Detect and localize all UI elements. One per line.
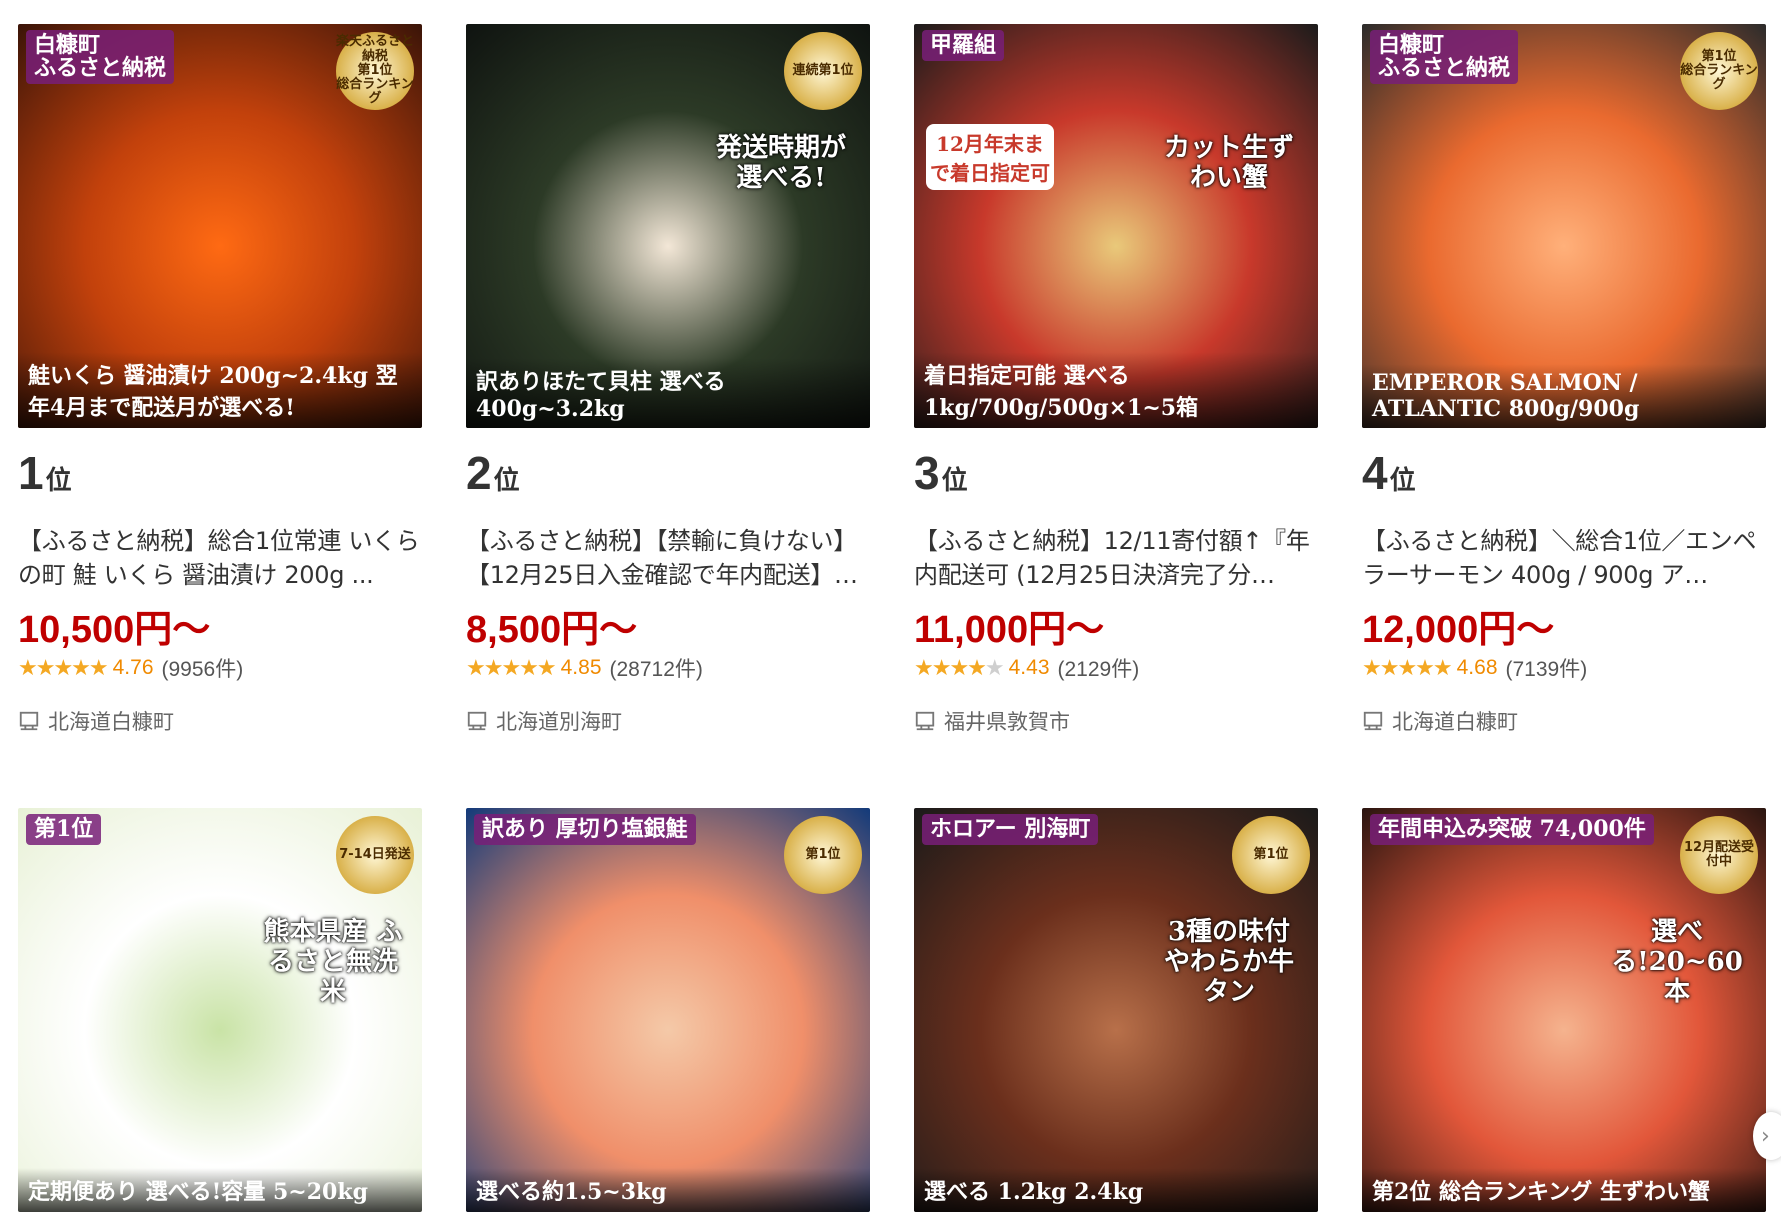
product-image[interactable]: 白糠町 ふるさと納税 第1位 総合ランキング EMPEROR SALMON / AT… [1362,24,1766,428]
product-card[interactable]: 連続第1位発送時期が選べる! 訳ありほたて貝柱 選べる400g~3.2kg 2 位【ふ… [466,24,870,808]
rank-number: 2 [466,447,492,499]
ranking-medal: 楽天ふるさと納税 第1位 総合ランキング [336,32,414,110]
municipality-building-icon [467,711,487,731]
rank-unit: 位 [493,465,520,495]
product-grid: 白糠町 ふるさと納税 楽天ふるさと納税 第1位 総合ランキング鮭いくら 醤油漬け … [18,24,1766,1212]
review-count[interactable]: (9956件) [162,653,244,683]
review-count[interactable]: (7139件) [1506,653,1588,683]
municipality-building-icon [915,711,935,731]
product-card[interactable]: ホロアー 別海町 第1位 3種の味付 やわらか牛タン選べる 1.2kg 2.4kg [914,808,1318,1212]
rank-unit: 位 [941,465,968,495]
product-price: 12,000円〜 [1362,609,1555,651]
municipality[interactable]: 北海道別海町 [466,706,870,736]
rating-stars-icon: ★★★★★ [914,655,1005,680]
ranking-medal: 12月配送受付中 [1680,816,1758,894]
rating-row: ★★★★★ 4.43 (2129件) [914,652,1318,684]
rank-unit: 位 [1389,465,1416,495]
rating-row: ★★★★★ 4.68 (7139件) [1362,652,1766,684]
product-price: 11,000円〜 [914,609,1105,651]
image-headline: 選べる!20~60本 [1611,917,1743,1007]
rating-score: 4.85 [560,656,602,679]
image-badge-top-left: ホロアー 別海町 [922,814,1099,846]
ranking-label: 1位 [18,446,422,502]
image-headline: カット生ずわい蟹 [1163,133,1294,193]
ranking-label: 4位 [1362,446,1766,502]
product-title-link[interactable]: 【ふるさと納税】12/11寄付額↑『年内配送可 (12月25日決済完了分… [914,524,1318,592]
municipality-building-icon [19,711,39,731]
image-caption: 選べる 1.2kg 2.4kg [914,1168,1318,1212]
product-image[interactable]: 第1位 7-14日発送熊本県産 ふるさと無洗米定期便あり 選べる!容量 5~20k… [18,808,422,1212]
product-card[interactable]: 第1位 7-14日発送熊本県産 ふるさと無洗米定期便あり 選べる!容量 5~20k… [18,808,422,1212]
municipality-name: 北海道白糠町 [48,710,174,734]
product-title-link[interactable]: 【ふるさと納税】【禁輸に負けない】【12月25日入金確認で年内配送】… [466,524,870,592]
ranking-medal: 第1位 [1232,816,1310,894]
review-count[interactable]: (2129件) [1058,653,1140,683]
product-price: 10,500円〜 [18,609,211,651]
ranking-medal: 第1位 [784,816,862,894]
ranking-label: 3位 [914,446,1318,502]
product-card[interactable]: 白糠町 ふるさと納税 楽天ふるさと納税 第1位 総合ランキング鮭いくら 醤油漬け … [18,24,422,808]
product-image[interactable]: 白糠町 ふるさと納税 楽天ふるさと納税 第1位 総合ランキング鮭いくら 醤油漬け … [18,24,422,428]
product-card[interactable]: 年間申込み突破 74,000件 12月配送受付中選べる!20~60本第2位 総合ラ… [1362,808,1766,1212]
image-caption: EMPEROR SALMON / ATLANTIC 800g/900g [1362,364,1766,428]
product-image[interactable]: 年間申込み突破 74,000件 12月配送受付中選べる!20~60本第2位 総合ラ… [1362,808,1766,1212]
product-price: 8,500円〜 [466,609,638,651]
rank-number: 1 [18,447,44,499]
product-title-link[interactable]: 【ふるさと納税】＼総合1位／エンペラーサーモン 400g / 900g ア… [1362,524,1766,592]
rank-unit: 位 [45,465,72,495]
image-badge-top-left: 第1位 [26,814,102,846]
image-caption: 着日指定可能 選べる 1kg/700g/500g×1~5箱 [914,352,1318,428]
rating-stars-icon: ★★★★★ [466,655,557,680]
rating-score: 4.76 [112,656,154,679]
product-card[interactable]: 訳あり 厚切り塩銀鮭 第1位選べる約1.5~3kg [466,808,870,1212]
municipality-name: 北海道別海町 [496,710,622,734]
chevron-right-icon: › [1761,1123,1770,1149]
ranking-medal: 第1位 総合ランキング [1680,32,1758,110]
product-card[interactable]: 甲羅組カット生ずわい蟹 12月年末まで着日指定可着日指定可能 選べる 1kg/70… [914,24,1318,808]
product-image[interactable]: ホロアー 別海町 第1位 3種の味付 やわらか牛タン選べる 1.2kg 2.4kg [914,808,1318,1212]
image-sub-badge: 12月年末まで着日指定可 [926,124,1054,190]
image-badge-top-left: 白糠町 ふるさと納税 [26,30,175,85]
municipality[interactable]: 福井県敦賀市 [914,706,1318,736]
rating-row: ★★★★★ 4.85 (28712件) [466,652,870,684]
image-caption: 第2位 総合ランキング 生ずわい蟹 [1362,1168,1766,1212]
image-caption: 選べる約1.5~3kg [466,1168,870,1212]
product-image[interactable]: 甲羅組カット生ずわい蟹 12月年末まで着日指定可着日指定可能 選べる 1kg/70… [914,24,1318,428]
image-headline: 3種の味付 やわらか牛タン [1163,917,1294,1007]
image-caption: 定期便あり 選べる!容量 5~20kg [18,1168,422,1212]
review-count[interactable]: (28712件) [610,653,703,683]
image-caption: 訳ありほたて貝柱 選べる400g~3.2kg [466,358,870,428]
image-headline: 発送時期が選べる! [715,133,846,193]
image-badge-top-left: 訳あり 厚切り塩銀鮭 [474,814,696,846]
image-caption: 鮭いくら 醤油漬け 200g~2.4kg 翌年4月まで配送月が選べる! [18,352,422,428]
rating-score: 4.43 [1008,656,1050,679]
product-image[interactable]: 連続第1位発送時期が選べる! 訳ありほたて貝柱 選べる400g~3.2kg [466,24,870,428]
ranking-medal: 連続第1位 [784,32,862,110]
image-badge-top-left: 甲羅組 [922,30,1005,62]
product-card[interactable]: 白糠町 ふるさと納税 第1位 総合ランキング EMPEROR SALMON / AT… [1362,24,1766,808]
ranking-label: 2位 [466,446,870,502]
rating-row: ★★★★★ 4.76 (9956件) [18,652,422,684]
rating-score: 4.68 [1456,656,1498,679]
product-title-link[interactable]: 【ふるさと納税】総合1位常連 いくらの町 鮭 いくら 醤油漬け 200g ... [18,524,422,592]
municipality-building-icon [1363,711,1383,731]
municipality[interactable]: 北海道白糠町 [1362,706,1766,736]
scroll-right-button[interactable]: › [1753,1112,1781,1160]
product-image[interactable]: 訳あり 厚切り塩銀鮭 第1位選べる約1.5~3kg [466,808,870,1212]
ranking-medal: 7-14日発送 [336,816,414,894]
image-headline: 熊本県産 ふるさと無洗米 [263,917,403,1007]
image-badge-top-left: 年間申込み突破 74,000件 [1370,814,1654,846]
municipality[interactable]: 北海道白糠町 [18,706,422,736]
municipality-name: 福井県敦賀市 [944,710,1070,734]
rank-number: 4 [1362,447,1388,499]
rating-stars-icon: ★★★★★ [18,655,109,680]
image-badge-top-left: 白糠町 ふるさと納税 [1370,30,1519,85]
municipality-name: 北海道白糠町 [1392,710,1518,734]
rating-stars-icon: ★★★★★ [1362,655,1453,680]
rank-number: 3 [914,447,940,499]
